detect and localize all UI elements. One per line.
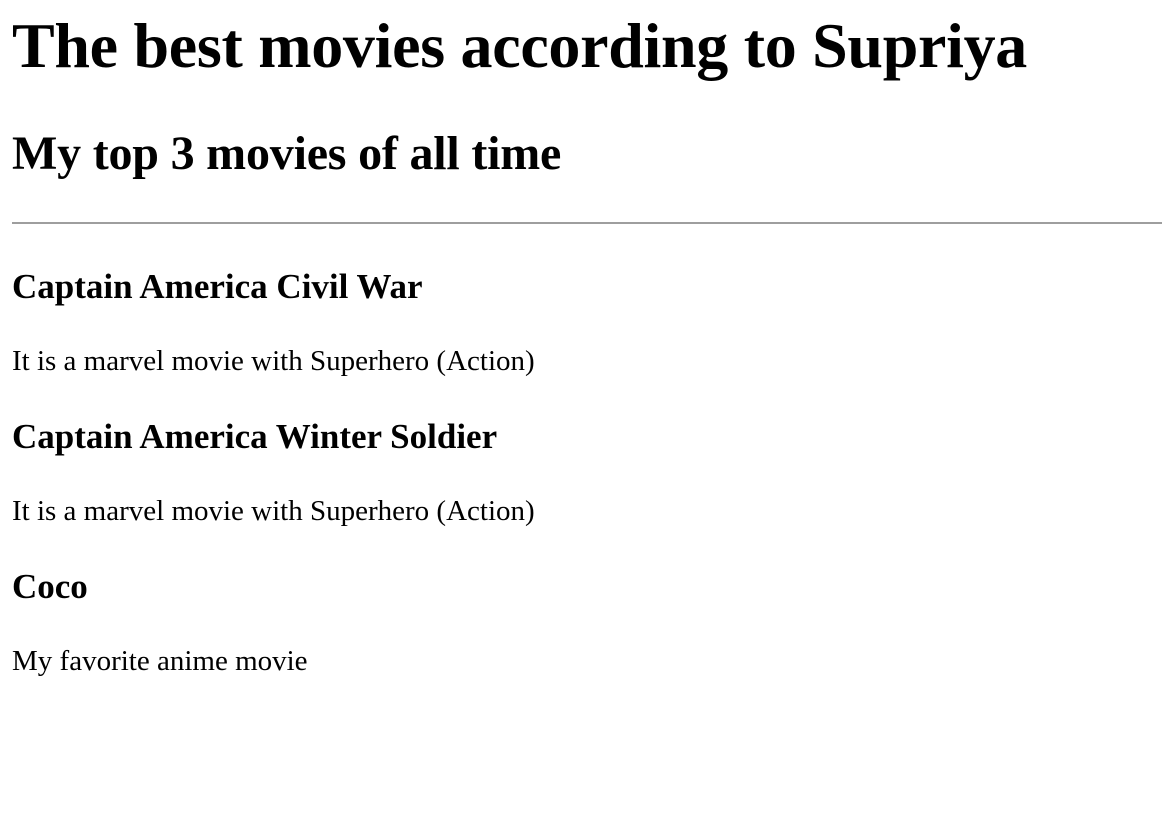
movie-description: It is a marvel movie with Superhero (Act… — [12, 345, 535, 377]
page-title: The best movies according to Supriya — [12, 10, 1027, 81]
page-subtitle: My top 3 movies of all time — [12, 127, 562, 180]
page: The best movies according to Supriya My … — [0, 14, 1162, 676]
movie-title: Captain America Winter Soldier — [12, 417, 498, 456]
movie-list: Captain America Civil War It is a marvel… — [12, 269, 1162, 676]
divider — [12, 222, 1162, 224]
movie-item: Coco My favorite anime movie — [12, 569, 1162, 676]
movie-title: Coco — [12, 567, 88, 606]
movie-description: It is a marvel movie with Superhero (Act… — [12, 495, 535, 527]
movie-item: Captain America Winter Soldier It is a m… — [12, 419, 1162, 526]
movie-description: My favorite anime movie — [12, 645, 308, 677]
movie-title: Captain America Civil War — [12, 267, 423, 306]
movie-item: Captain America Civil War It is a marvel… — [12, 269, 1162, 376]
